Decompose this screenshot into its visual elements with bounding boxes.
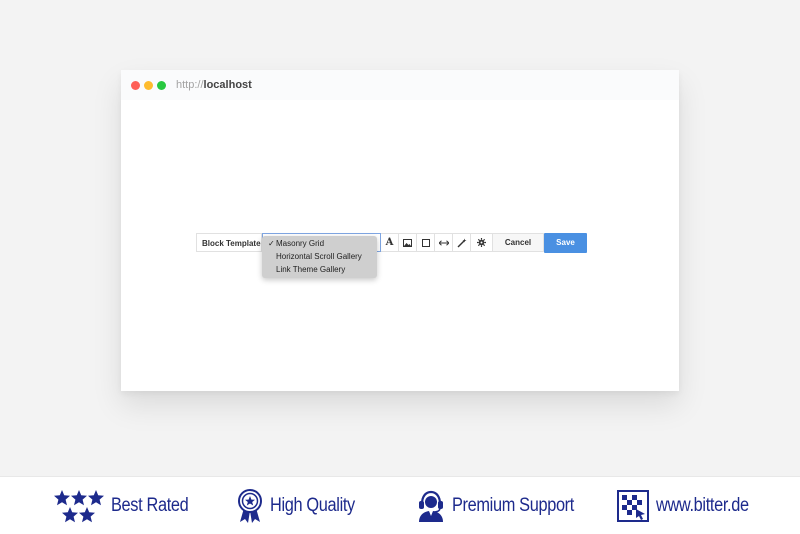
feature-premium-support: Premium Support — [417, 489, 594, 523]
settings-button[interactable] — [471, 233, 493, 252]
dropdown-option-label: Masonry Grid — [276, 239, 325, 248]
image-icon — [403, 238, 412, 247]
minimize-window-button[interactable] — [144, 81, 153, 90]
browser-window: http://localhost — [121, 70, 679, 391]
settings-icon — [477, 238, 486, 247]
feature-label: Best Rated — [111, 495, 189, 516]
dropdown-option-label: Link Theme Gallery — [276, 265, 346, 274]
save-button[interactable]: Save — [544, 233, 587, 253]
frame-icon — [421, 238, 430, 247]
dropdown-option-horizontal-scroll-gallery[interactable]: Horizontal Scroll Gallery — [276, 250, 362, 263]
frame-button[interactable] — [417, 233, 435, 252]
width-icon — [438, 239, 449, 246]
feature-website[interactable]: www.bitter.de — [617, 489, 764, 523]
url-protocol: http:// — [176, 79, 204, 91]
headset-icon — [419, 490, 443, 522]
dropdown-option-masonry-grid[interactable]: ✓ Masonry Grid — [268, 237, 325, 250]
bitter-logo-icon — [617, 490, 649, 522]
width-button[interactable] — [435, 233, 453, 252]
template-dropdown-menu: ✓ Masonry Grid Horizontal Scroll Gallery… — [262, 236, 377, 278]
url-host: localhost — [203, 79, 252, 91]
magic-icon — [457, 238, 466, 247]
image-button[interactable] — [399, 233, 417, 252]
feature-best-rated: Best Rated — [54, 489, 201, 523]
feature-high-quality: High Quality — [237, 489, 369, 523]
cancel-button[interactable]: Cancel — [493, 233, 544, 252]
checkmark-icon: ✓ — [268, 239, 275, 248]
feature-label: High Quality — [270, 495, 355, 516]
magic-button[interactable] — [453, 233, 471, 252]
block-toolbar: Block Template A Cancel Save — [196, 233, 587, 253]
dropdown-option-label: Horizontal Scroll Gallery — [276, 252, 362, 261]
dropdown-option-link-theme-gallery[interactable]: Link Theme Gallery — [276, 263, 345, 276]
text-icon: A — [385, 237, 394, 248]
stars-icon — [54, 489, 104, 522]
text-button[interactable]: A — [381, 233, 399, 252]
block-template-label: Block Template — [196, 233, 262, 252]
website-link[interactable]: www.bitter.de — [656, 495, 749, 517]
feature-label: Premium Support — [452, 495, 574, 516]
close-window-button[interactable] — [131, 81, 140, 90]
maximize-window-button[interactable] — [157, 81, 166, 90]
address-bar[interactable]: http://localhost — [176, 79, 252, 91]
browser-titlebar: http://localhost — [121, 70, 679, 100]
award-icon — [238, 489, 262, 523]
feature-footer: Best Rated High Quality Premium Support — [0, 476, 800, 534]
